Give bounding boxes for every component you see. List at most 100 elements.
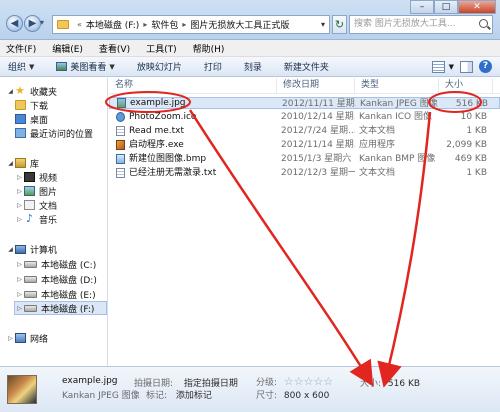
title-bar: ◀ ▶ ▾ « 本地磁盘 (F:) ▸ 软件包 ▸ 图片无损放大工具正式版 ▾ … (0, 0, 500, 40)
expand-arrow-icon[interactable]: ▷ (15, 216, 24, 223)
nav-desktop[interactable]: 桌面 (15, 112, 48, 126)
tags-value[interactable]: 添加标记 (176, 391, 212, 401)
size-label: 大小: (360, 379, 382, 389)
column-header-size[interactable]: 大小 (439, 78, 493, 94)
forward-button[interactable]: ▶ (24, 15, 41, 32)
video-icon (24, 172, 35, 182)
expand-arrow-icon[interactable]: ▷ (15, 305, 24, 312)
rating-stars[interactable]: ☆☆☆☆☆ (284, 375, 333, 388)
breadcrumb-folder[interactable]: 软件包 (151, 18, 178, 31)
hard-drive-icon (24, 260, 37, 268)
file-name: 新建位图图像.bmp (129, 154, 207, 164)
details-file-type: Kankan JPEG 图像 (62, 391, 140, 401)
expand-arrow-icon[interactable]: ▷ (15, 188, 24, 195)
nav-label: 下载 (30, 101, 49, 112)
window-controls: – □ ✕ (410, 0, 496, 14)
chevron-right-icon[interactable]: ▸ (182, 20, 186, 29)
recent-pages-dropdown[interactable]: ▾ (40, 18, 44, 27)
preview-pane-icon[interactable] (460, 60, 473, 73)
file-thumbnail (7, 375, 37, 404)
expand-arrow-icon[interactable]: ▷ (15, 174, 24, 181)
address-dropdown[interactable]: ▾ (316, 15, 330, 34)
expand-arrow-icon[interactable]: ▷ (6, 335, 15, 342)
file-row[interactable]: 新建位图图像.bmp 2015/1/3 星期六 ... Kankan BMP 图… (109, 153, 500, 165)
nav-drive-e[interactable]: ▷ 本地磁盘 (E:) (15, 287, 96, 301)
chevron-right-icon[interactable]: ▸ (143, 20, 147, 29)
slideshow-button[interactable]: 放映幻灯片 (137, 60, 182, 73)
menu-help[interactable]: 帮助(H) (193, 42, 225, 55)
chevron-down-icon[interactable]: ▼ (449, 63, 454, 71)
file-row[interactable]: PhotoZoom.ico 2010/12/14 星期... Kankan IC… (109, 111, 500, 123)
file-name: 已经注册无需激录.txt (129, 168, 217, 178)
menu-edit[interactable]: 编辑(E) (52, 42, 83, 55)
nav-documents[interactable]: ▷ 文档 (15, 198, 57, 212)
nav-label: 网络 (30, 334, 49, 345)
collapse-arrow-icon[interactable]: ◢ (6, 88, 15, 95)
nav-recent[interactable]: 最近访问的位置 (15, 126, 93, 140)
minimize-button[interactable]: – (410, 0, 434, 14)
nav-label: 文档 (39, 201, 58, 212)
application-icon (116, 140, 125, 150)
expand-arrow-icon[interactable]: ▷ (15, 202, 24, 209)
nav-drive-c[interactable]: ▷ 本地磁盘 (C:) (15, 257, 96, 271)
file-date: 2015/1/3 星期六 ... (281, 154, 355, 164)
column-header-type[interactable]: 类型 (355, 78, 439, 94)
pictures-icon (24, 186, 35, 196)
details-pane: example.jpg Kankan JPEG 图像 拍摄日期: 指定拍摄日期 … (0, 366, 500, 412)
menu-tools[interactable]: 工具(T) (146, 42, 177, 55)
breadcrumb-drive[interactable]: 本地磁盘 (F:) (86, 18, 139, 31)
menu-view[interactable]: 查看(V) (99, 42, 130, 55)
chevron-down-icon: ▼ (29, 62, 35, 71)
file-row[interactable]: 启动程序.exe 2012/11/14 星期... 应用程序 2,099 KB (109, 139, 500, 151)
nav-music[interactable]: ▷ ♪ 音乐 (15, 212, 57, 226)
change-view-icon[interactable] (431, 60, 445, 73)
organize-button[interactable]: 组织 ▼ (8, 60, 35, 74)
nav-network[interactable]: ▷ 网络 (0, 331, 48, 345)
burn-button[interactable]: 刻录 (244, 60, 262, 73)
nav-libraries[interactable]: ◢ 库 (0, 156, 39, 170)
help-icon[interactable]: ? (479, 60, 492, 73)
nav-label: 桌面 (30, 115, 49, 126)
search-input[interactable]: 搜索 图片无损放大工具... (349, 15, 493, 34)
column-header-date[interactable]: 修改日期 (277, 78, 355, 94)
column-header-name[interactable]: 名称 (109, 78, 277, 94)
file-type: Kankan ICO 图像 (359, 112, 432, 122)
image-viewer-icon (56, 62, 68, 71)
maximize-button[interactable]: □ (434, 0, 458, 14)
nav-downloads[interactable]: 下载 (15, 98, 48, 112)
network-icon (15, 333, 26, 343)
file-row[interactable]: example.jpg 2012/11/11 星期... Kankan JPEG… (109, 97, 500, 109)
file-row[interactable]: Read me.txt 2012/7/24 星期... 文本文档 1 KB (109, 125, 500, 137)
nav-favorites[interactable]: ◢ ★ 收藏夹 (0, 84, 57, 98)
back-button[interactable]: ◀ (6, 15, 23, 32)
menu-file[interactable]: 文件(F) (6, 42, 36, 55)
expand-arrow-icon[interactable]: ▷ (15, 291, 24, 298)
collapse-arrow-icon[interactable]: ◢ (6, 160, 15, 167)
search-icon[interactable] (479, 19, 488, 28)
nav-drive-f[interactable]: ▷ 本地磁盘 (F:) (14, 301, 107, 315)
breadcrumb-current[interactable]: 图片无损放大工具正式版 (190, 18, 289, 31)
nav-pictures[interactable]: ▷ 图片 (15, 184, 57, 198)
library-icon (15, 158, 26, 168)
print-button[interactable]: 打印 (204, 60, 222, 73)
nav-drive-d[interactable]: ▷ 本地磁盘 (D:) (15, 272, 97, 286)
refresh-button[interactable]: ↻ (332, 15, 347, 34)
nav-computer[interactable]: ◢ 计算机 (0, 242, 57, 256)
expand-arrow-icon[interactable]: ▷ (15, 276, 24, 283)
close-button[interactable]: ✕ (458, 0, 496, 14)
file-name: example.jpg (130, 98, 186, 108)
music-icon: ♪ (25, 212, 34, 225)
nav-label: 库 (30, 159, 40, 170)
nav-label: 本地磁盘 (F:) (41, 304, 95, 315)
new-folder-button[interactable]: 新建文件夹 (284, 60, 329, 73)
hard-drive-icon (24, 304, 37, 312)
address-bar[interactable]: « 本地磁盘 (F:) ▸ 软件包 ▸ 图片无损放大工具正式版 (52, 15, 330, 34)
file-size: 469 KB (454, 154, 487, 164)
file-row[interactable]: 已经注册无需激录.txt 2012/12/3 星期一... 文本文档 1 KB (109, 167, 500, 179)
nav-videos[interactable]: ▷ 视频 (15, 170, 57, 184)
collapse-arrow-icon[interactable]: ◢ (6, 246, 15, 253)
nav-label: 视频 (39, 173, 58, 184)
expand-arrow-icon[interactable]: ▷ (15, 261, 24, 268)
file-name-cell: 已经注册无需激录.txt (109, 167, 277, 179)
open-with-button[interactable]: 美图看看 ▼ (56, 60, 115, 73)
